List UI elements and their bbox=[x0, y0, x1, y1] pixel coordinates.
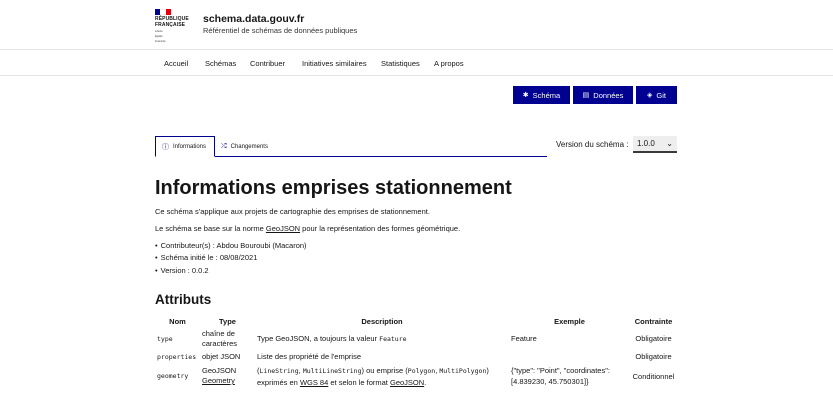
attributes-heading: Attributs bbox=[155, 292, 212, 307]
devise-liberte: Liberté bbox=[155, 30, 163, 33]
col-description: Description bbox=[361, 316, 403, 326]
page-title: Informations emprises stationnement bbox=[155, 177, 512, 199]
schema-button[interactable]: ✱ Schéma bbox=[513, 86, 570, 104]
desc-code: MultiPolygon bbox=[439, 366, 487, 375]
attr-example: Feature bbox=[511, 334, 537, 343]
site-title[interactable]: schema.data.gouv.fr bbox=[203, 13, 304, 25]
norme-text-after: pour la représentation des formes géomét… bbox=[300, 224, 461, 233]
attr-name: properties bbox=[157, 352, 197, 361]
attr-type: GeoJSON Geometry bbox=[200, 364, 255, 388]
attr-desc-code: Feature bbox=[379, 335, 407, 343]
nav-statistiques[interactable]: Statistiques bbox=[381, 59, 420, 68]
attr-example bbox=[509, 349, 630, 364]
attr-example-line2: [4.839230, 45.750301]} bbox=[511, 377, 589, 386]
bullet-icon: • bbox=[155, 253, 158, 263]
nav-accueil[interactable]: Accueil bbox=[164, 59, 188, 68]
attr-type: chaîne de caractères bbox=[200, 328, 255, 349]
col-exemple: Exemple bbox=[554, 316, 585, 326]
norme-text-before: Le schéma se base sur la norme bbox=[155, 224, 266, 233]
tab-changements-label: Changements bbox=[230, 143, 268, 150]
git-button[interactable]: ◈ Git bbox=[636, 86, 677, 104]
attr-desc-line1: (LineString, MultiLineString) ou emprise… bbox=[257, 365, 507, 377]
site-header: RÉPUBLIQUE FRANÇAISE Liberté Égalité Fra… bbox=[0, 0, 833, 50]
attr-description: Liste des propriété de l'emprise bbox=[257, 352, 361, 361]
schema-button-label: Schéma bbox=[532, 90, 561, 100]
donnees-button-label: Données bbox=[593, 90, 624, 100]
attr-example: {"type": "Point", "coordinates": [4.8392… bbox=[509, 364, 630, 388]
tab-informations[interactable]: ⓘ Informations bbox=[155, 136, 215, 157]
bullet-icon: • bbox=[155, 241, 158, 250]
desc-text: et selon le format bbox=[328, 377, 390, 387]
devise-egalite: Égalité bbox=[155, 35, 163, 38]
col-type: Type bbox=[219, 316, 236, 326]
chevron-down-icon: ⌄ bbox=[666, 139, 673, 148]
attr-constraint: Obligatoire bbox=[635, 352, 672, 361]
tab-informations-label: Informations bbox=[173, 143, 207, 150]
attr-type: objet JSON bbox=[202, 352, 241, 361]
table-header-row: Nom Type Description Exemple Contrainte bbox=[155, 314, 677, 328]
desc-code: Polygon bbox=[407, 366, 436, 375]
attr-description: Type GeoJSON, a toujours la valeur Featu… bbox=[255, 328, 509, 349]
database-icon: ▤ bbox=[582, 92, 590, 99]
attr-desc-text: Type GeoJSON, a toujours la valeur bbox=[257, 334, 380, 343]
geojson-geometry-link[interactable]: Geometry bbox=[202, 376, 235, 385]
contributors: Contributeur(s) : Abdou Bouroubi (Macaro… bbox=[160, 241, 307, 250]
version-info: Version : 0.0.2 bbox=[160, 265, 209, 275]
attr-constraint: Obligatoire bbox=[635, 334, 672, 343]
nav-a-propos[interactable]: A propos bbox=[434, 59, 464, 68]
attributes-table: Nom Type Description Exemple Contrainte … bbox=[155, 314, 677, 388]
norme-paragraph: Le schéma se base sur la norme GeoJSON p… bbox=[155, 224, 460, 233]
git-icon: ◈ bbox=[647, 92, 653, 99]
list-item: • Contributeur(s) : Abdou Bouroubi (Macar… bbox=[155, 241, 307, 253]
donnees-button[interactable]: ▤ Données bbox=[573, 86, 633, 104]
republic-line2: FRANÇAISE bbox=[155, 21, 186, 28]
col-nom: Nom bbox=[169, 316, 186, 326]
version-select[interactable]: 1.0.0 ⌄ bbox=[633, 136, 677, 153]
git-button-label: Git bbox=[656, 90, 666, 100]
tab-changements[interactable]: ⤮ Changements bbox=[221, 136, 268, 157]
marianne-flag-icon bbox=[155, 9, 171, 15]
attr-name: type bbox=[157, 334, 173, 343]
site-tagline: Référentiel de schémas de données publiq… bbox=[203, 26, 358, 35]
republique-francaise-logo[interactable]: RÉPUBLIQUE FRANÇAISE Liberté Égalité Fra… bbox=[155, 9, 191, 43]
table-row: properties objet JSON Liste des propriét… bbox=[155, 349, 677, 364]
nav-schemas[interactable]: Schémas bbox=[205, 59, 236, 68]
attr-name: geometry bbox=[157, 372, 189, 380]
version-selected: 1.0.0 bbox=[637, 139, 655, 148]
attr-type-line1: chaîne de bbox=[202, 328, 235, 338]
attr-desc-line2: exprimés en WGS 84 et selon le format Ge… bbox=[257, 377, 507, 388]
attr-type-line2: caractères bbox=[202, 338, 238, 348]
devise-fraternite: Fraternité bbox=[155, 40, 166, 43]
intro-paragraph: Ce schéma s'applique aux projets de cart… bbox=[155, 207, 430, 216]
desc-code: MultiLineString bbox=[302, 366, 362, 375]
shuffle-icon: ⤮ bbox=[221, 142, 227, 150]
geojson-link[interactable]: GeoJSON bbox=[266, 224, 300, 233]
nav-initiatives-similaires[interactable]: Initiatives similaires bbox=[302, 59, 367, 68]
desc-text: ) ou emprise ( bbox=[361, 365, 408, 375]
attr-example-line1: {"type": "Point", "coordinates": bbox=[511, 366, 610, 375]
initiated-date: Schéma initié le : 08/08/2021 bbox=[160, 253, 258, 263]
main-nav: Accueil Schémas Contribuer Initiatives s… bbox=[0, 51, 833, 76]
desc-text: . bbox=[424, 377, 427, 387]
wgs84-link[interactable]: WGS 84 bbox=[300, 378, 328, 387]
gear-icon: ✱ bbox=[522, 92, 529, 99]
attr-description: (LineString, MultiLineString) ou emprise… bbox=[255, 364, 509, 388]
col-contrainte: Contrainte bbox=[634, 316, 673, 326]
table-row: geometry GeoJSON Geometry (LineString, M… bbox=[155, 364, 677, 388]
list-item: • Version : 0.0.2 bbox=[155, 266, 307, 278]
version-label: Version du schéma : bbox=[556, 140, 629, 149]
table-row: type chaîne de caractères Type GeoJSON, … bbox=[155, 328, 677, 349]
info-icon: ⓘ bbox=[162, 143, 169, 151]
desc-text: exprimés en bbox=[257, 377, 300, 387]
geojson-format-link[interactable]: GeoJSON bbox=[390, 378, 424, 387]
desc-text: ) bbox=[486, 365, 489, 375]
meta-list: • Contributeur(s) : Abdou Bouroubi (Macar… bbox=[155, 241, 307, 278]
nav-contribuer[interactable]: Contribuer bbox=[250, 59, 285, 68]
attr-constraint: Conditionnel bbox=[632, 371, 675, 381]
list-item: • Schéma initié le : 08/08/2021 bbox=[155, 253, 307, 265]
attr-type-line1: GeoJSON bbox=[202, 366, 237, 375]
bullet-icon: • bbox=[155, 265, 158, 275]
desc-code: LineString bbox=[259, 366, 299, 375]
